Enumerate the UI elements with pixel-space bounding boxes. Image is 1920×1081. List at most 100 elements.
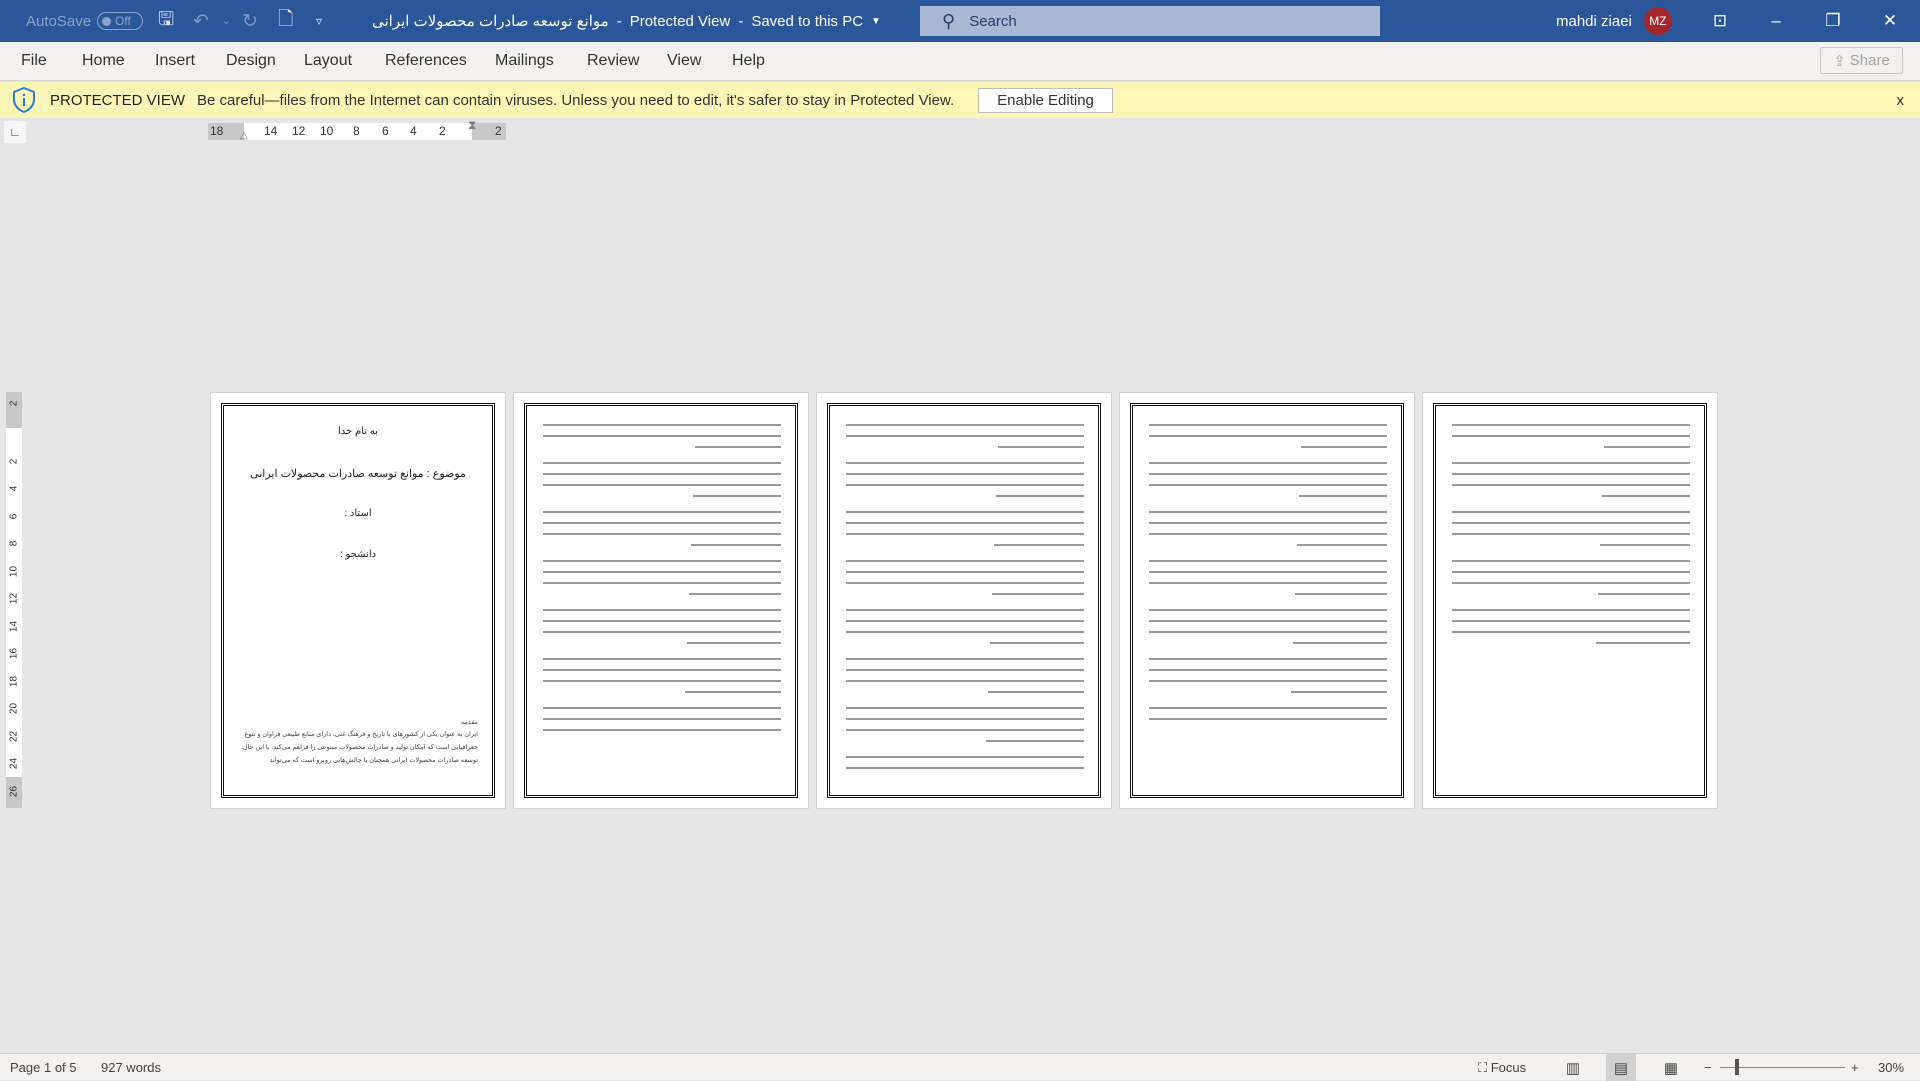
text-line	[687, 642, 781, 644]
ruler-number: 20	[8, 702, 20, 715]
zoom-slider-thumb[interactable]	[1734, 1059, 1739, 1075]
text-line	[846, 511, 1084, 513]
protected-view-bar: PROTECTED VIEW Be careful—files from the…	[0, 82, 1920, 118]
text-line	[1452, 462, 1690, 464]
text-line	[1452, 424, 1690, 426]
document-page[interactable]: به نام خدا موضوع : موانع توسعه صادرات مح…	[210, 392, 506, 809]
text-line	[846, 560, 1084, 562]
tab-file[interactable]: File	[21, 52, 47, 70]
title-bar: AutoSave Off 🖫 ↶ ⌄ ↻ 🗋 ▿ موانع توسعه صاد…	[0, 0, 1920, 42]
focus-button[interactable]: ⛶ Focus	[1478, 1060, 1526, 1076]
autosave-switch[interactable]: Off	[97, 12, 144, 30]
user-name: mahdi ziaei	[1556, 12, 1632, 30]
text-line	[543, 680, 781, 682]
ruler-number: 2	[439, 124, 446, 138]
tab-view[interactable]: View	[667, 52, 701, 70]
intro-paragraph: ایران به عنوان یکی از کشورهای با تاریخ و…	[240, 731, 478, 764]
text-line	[1149, 669, 1387, 671]
account[interactable]: mahdi ziaei MZ	[1556, 0, 1672, 42]
avatar[interactable]: MZ	[1643, 7, 1672, 35]
save-state[interactable]: Saved to this PC	[751, 13, 863, 30]
new-document-icon[interactable]: 🗋	[278, 0, 293, 42]
text-line	[846, 533, 1084, 535]
text-line	[1149, 707, 1387, 709]
text-line	[998, 446, 1084, 448]
zoom-out-button[interactable]: −	[1704, 1060, 1712, 1075]
word-count[interactable]: 927 words	[101, 1060, 161, 1075]
document-page[interactable]	[1422, 392, 1718, 809]
document-page[interactable]	[1119, 392, 1415, 809]
text-line	[1149, 462, 1387, 464]
tab-insert[interactable]: Insert	[155, 52, 195, 70]
undo-dropdown-icon[interactable]: ⌄	[222, 0, 230, 42]
text-line	[543, 435, 781, 437]
text-line	[1149, 631, 1387, 633]
ruler-number: 2	[8, 400, 20, 407]
close-button[interactable]: ✕	[1862, 0, 1918, 42]
text-line	[1149, 582, 1387, 584]
text-line	[846, 680, 1084, 682]
text-line	[1149, 620, 1387, 622]
tab-mailings[interactable]: Mailings	[495, 52, 554, 70]
read-mode-icon[interactable]: ▥	[1558, 1054, 1588, 1081]
zoom-slider[interactable]	[1720, 1067, 1845, 1068]
text-line	[846, 707, 1084, 709]
tab-review[interactable]: Review	[587, 52, 639, 70]
tab-help[interactable]: Help	[732, 52, 765, 70]
horizontal-ruler[interactable]: 18 14 12 10 8 6 4 2 2 △ ⧗	[208, 118, 506, 141]
search-box[interactable]: ⚲ Search	[920, 6, 1380, 36]
restore-button[interactable]: ❐	[1805, 0, 1861, 42]
right-indent-marker[interactable]: ⧗	[468, 118, 476, 133]
focus-label: Focus	[1490, 1060, 1527, 1075]
share-icon: ⇪	[1833, 52, 1846, 70]
save-state-chevron-icon[interactable]: ▼	[871, 16, 881, 27]
text-line	[1297, 544, 1387, 546]
text-line	[846, 473, 1084, 475]
tab-layout[interactable]: Layout	[304, 52, 352, 70]
document-title: موانع توسعه صادرات محصولات ایرانی - Prote…	[372, 12, 881, 31]
ruler-number: 14	[264, 124, 278, 138]
left-indent-marker[interactable]: △	[240, 130, 248, 141]
cover-subject: موضوع : موانع توسعه صادرات محصولات ایران…	[250, 468, 466, 480]
text-line	[543, 560, 781, 562]
cover-line: به نام خدا	[338, 426, 378, 437]
document-page[interactable]	[513, 392, 809, 809]
save-icon[interactable]: 🖫	[158, 0, 174, 42]
page-count[interactable]: Page 1 of 5	[10, 1060, 77, 1075]
text-line	[846, 767, 1084, 769]
tab-references[interactable]: References	[385, 52, 467, 70]
page-border	[1130, 403, 1404, 798]
text-line	[1452, 484, 1690, 486]
text-line	[846, 669, 1084, 671]
document-page[interactable]	[816, 392, 1112, 809]
zoom-level[interactable]: 30%	[1878, 1060, 1904, 1075]
text-line	[543, 669, 781, 671]
customize-toolbar-icon[interactable]: ▿	[316, 0, 322, 42]
text-line	[543, 631, 781, 633]
ribbon-display-options-icon[interactable]: ⊡	[1692, 0, 1748, 42]
ruler-number: 2	[8, 458, 20, 464]
text-line	[846, 718, 1084, 720]
minimize-button[interactable]: –	[1748, 0, 1804, 42]
text-line	[543, 571, 781, 573]
undo-icon[interactable]: ↶	[193, 0, 209, 42]
share-button[interactable]: ⇪ Share	[1820, 47, 1903, 74]
print-layout-icon[interactable]: ▤	[1606, 1054, 1636, 1081]
close-icon[interactable]: x	[1897, 92, 1905, 109]
autosave-toggle[interactable]: AutoSave Off	[26, 0, 144, 42]
web-layout-icon[interactable]: ▦	[1656, 1054, 1686, 1081]
redo-icon[interactable]: ↻	[242, 0, 258, 42]
ruler-number: 22	[8, 730, 20, 742]
ruler-number: 2	[495, 124, 502, 138]
tab-home[interactable]: Home	[82, 52, 125, 70]
text-line	[990, 642, 1084, 644]
tab-design[interactable]: Design	[226, 52, 276, 70]
cover-student: دانشجو :	[339, 549, 377, 560]
tab-selector[interactable]: ∟	[4, 121, 26, 143]
text-line	[1149, 680, 1387, 682]
ruler-number: 12	[292, 124, 306, 138]
vertical-ruler[interactable]: 2 2 4 6 8 10 12 14 16 18 20 22 24 26	[6, 392, 22, 808]
enable-editing-button[interactable]: Enable Editing	[978, 87, 1113, 113]
ruler-number: 6	[382, 124, 389, 138]
zoom-in-button[interactable]: +	[1851, 1060, 1859, 1075]
